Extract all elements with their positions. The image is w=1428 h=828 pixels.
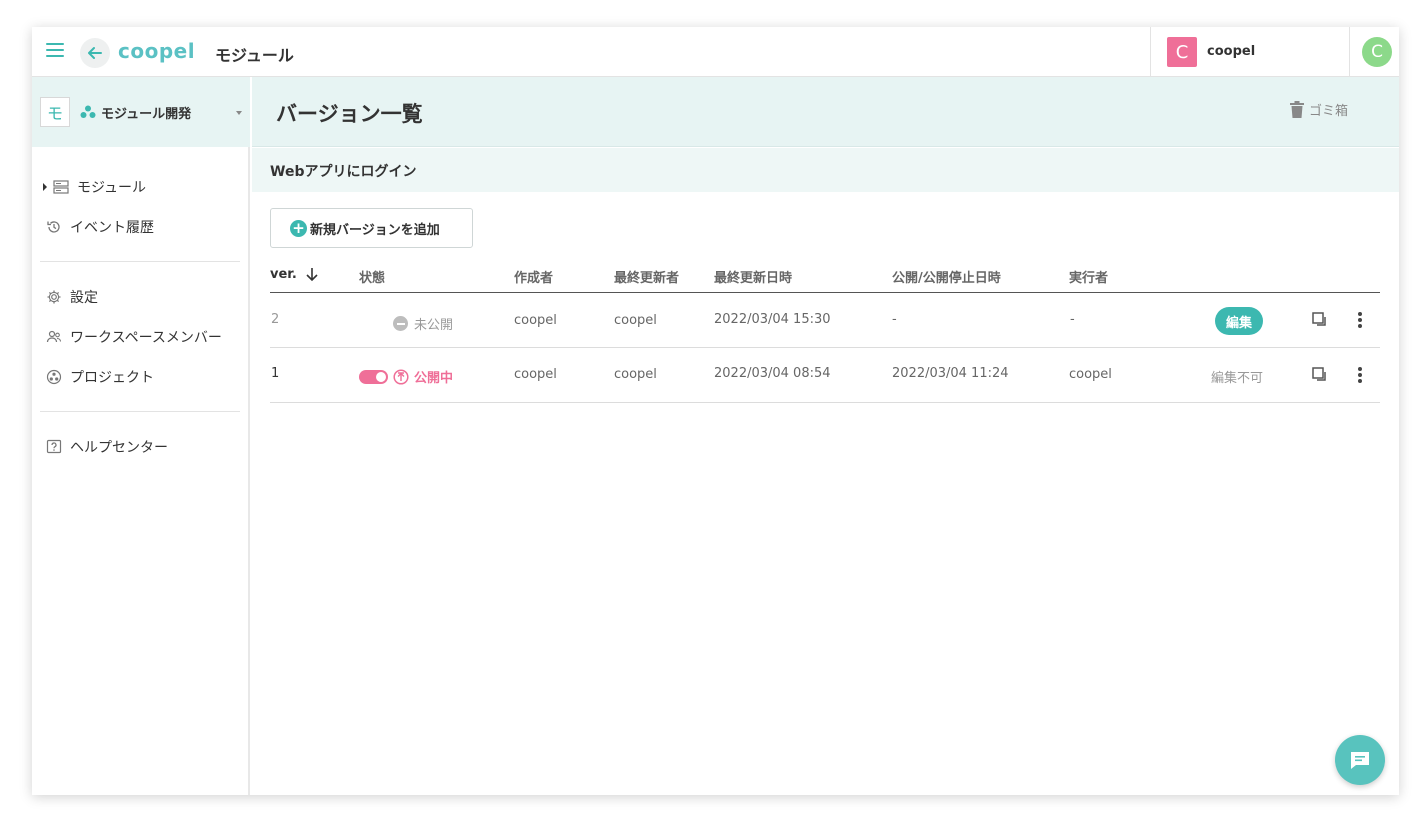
publish-icon (393, 368, 409, 385)
workspace-name: coopel (1207, 44, 1256, 59)
column-last-updater: 最終更新者 (614, 271, 680, 286)
cell-published: 2022/03/04 11:24 (892, 366, 1009, 381)
edit-button[interactable]: 編集 (1215, 307, 1263, 335)
help-icon (46, 439, 62, 455)
cell-executor: - (1070, 312, 1075, 327)
module-header: Webアプリにログイン (252, 148, 1399, 192)
table-row[interactable]: 1 公開中 coopel coopel 2022/03/04 08:54 202… (270, 348, 1380, 403)
sidebar-item-modules[interactable]: モジュール (43, 177, 146, 197)
chat-icon (1351, 752, 1369, 769)
trash-button[interactable]: ゴミ箱 (1290, 100, 1348, 119)
project-name: モジュール開発 (101, 107, 192, 122)
app-title: モジュール (215, 46, 294, 65)
copy-button[interactable] (1312, 367, 1328, 387)
cell-published: - (892, 312, 897, 327)
sidebar-item-projects[interactable]: プロジェクト (46, 367, 154, 387)
sidebar: モ モジュール開発 モジュール イベント履歴 設定 ワークスペースメンバー プロ… (32, 77, 250, 795)
project-selector[interactable]: モ モジュール開発 (32, 77, 250, 147)
sidebar-item-members[interactable]: ワークスペースメンバー (46, 327, 222, 347)
more-menu-button[interactable] (1358, 367, 1362, 385)
copy-icon (1312, 367, 1326, 381)
top-bar: coopel モジュール C coopel C (32, 27, 1399, 77)
caret-right-icon (43, 183, 47, 191)
page-title: バージョン一覧 (276, 102, 423, 126)
version-table: ver. 状態 作成者 最終更新者 最終更新日時 公開/公開停止日時 実行者 2… (270, 263, 1380, 403)
sidebar-item-label: 設定 (70, 290, 98, 306)
divider (40, 411, 240, 412)
cell-creator: coopel (514, 367, 557, 382)
arrow-left-icon (88, 47, 102, 59)
column-published: 公開/公開停止日時 (892, 271, 1001, 286)
kebab-icon (1358, 367, 1362, 385)
column-last-updated: 最終更新日時 (714, 271, 793, 286)
sort-down-icon (306, 268, 318, 282)
sidebar-item-label: ワークスペースメンバー (70, 330, 222, 346)
project-icon (46, 369, 62, 385)
plus-circle-icon: + (290, 219, 307, 237)
chat-button[interactable] (1335, 735, 1385, 785)
sidebar-item-label: イベント履歴 (70, 220, 154, 236)
cell-status: 公開中 (359, 367, 453, 386)
cluster-icon (80, 105, 96, 118)
sidebar-item-event-history[interactable]: イベント履歴 (46, 217, 154, 237)
app-logo[interactable]: coopel (118, 39, 195, 63)
sidebar-item-label: モジュール (77, 180, 147, 196)
cell-ver: 2 (271, 312, 280, 327)
sidebar-item-help[interactable]: ヘルプセンター (46, 437, 168, 457)
cell-last-updater: coopel (614, 367, 657, 382)
caret-down-icon (236, 111, 242, 115)
app-window: coopel モジュール C coopel C モ モジュール開発 モジュール (32, 27, 1399, 795)
copy-icon (1312, 312, 1326, 326)
divider (40, 261, 240, 262)
cell-status: 未公開 (393, 314, 453, 333)
kebab-icon (1358, 312, 1362, 330)
column-executor: 実行者 (1069, 271, 1109, 286)
minus-circle-icon (393, 316, 408, 331)
cell-last-updated: 2022/03/04 08:54 (714, 366, 831, 381)
status-label: 公開中 (414, 371, 454, 386)
people-icon (46, 329, 62, 345)
workspace-avatar: C (1167, 37, 1197, 67)
status-label: 未公開 (414, 318, 454, 333)
menu-icon[interactable] (46, 43, 64, 59)
sidebar-item-label: プロジェクト (70, 370, 154, 386)
cell-creator: coopel (514, 313, 557, 328)
cell-last-updated: 2022/03/04 15:30 (714, 312, 831, 327)
column-ver-label: ver. (270, 267, 297, 282)
gear-icon (46, 289, 62, 305)
table-row[interactable]: 2 未公開 coopel coopel 2022/03/04 15:30 - -… (270, 293, 1380, 348)
cell-last-updater: coopel (614, 313, 657, 328)
trash-icon (1290, 101, 1304, 118)
cell-executor: coopel (1069, 367, 1112, 382)
server-icon (53, 179, 69, 195)
sidebar-item-settings[interactable]: 設定 (46, 287, 98, 307)
copy-button[interactable] (1312, 312, 1328, 332)
user-avatar[interactable]: C (1362, 37, 1392, 67)
edit-disabled-label: 編集不可 (1211, 371, 1264, 386)
main-content: バージョン一覧 ゴミ箱 Webアプリにログイン + 新規バージョンを追加 ver… (252, 77, 1399, 795)
workspace-selector[interactable]: C coopel (1150, 27, 1350, 77)
column-ver[interactable]: ver. (270, 267, 319, 282)
project-avatar: モ (40, 97, 70, 127)
module-name: Webアプリにログイン (270, 164, 417, 180)
page-header: バージョン一覧 ゴミ箱 (252, 77, 1399, 147)
more-menu-button[interactable] (1358, 312, 1362, 330)
column-status: 状態 (359, 271, 386, 286)
trash-label: ゴミ箱 (1309, 104, 1349, 119)
back-button[interactable] (80, 38, 110, 68)
table-header: ver. 状態 作成者 最終更新者 最終更新日時 公開/公開停止日時 実行者 (270, 263, 1380, 293)
history-icon (46, 219, 62, 235)
column-creator: 作成者 (514, 271, 554, 286)
sidebar-item-label: ヘルプセンター (70, 440, 168, 456)
publish-toggle[interactable] (359, 369, 388, 384)
add-version-button[interactable]: + 新規バージョンを追加 (270, 208, 473, 248)
cell-ver: 1 (271, 366, 280, 381)
add-version-label: 新規バージョンを追加 (310, 222, 440, 238)
